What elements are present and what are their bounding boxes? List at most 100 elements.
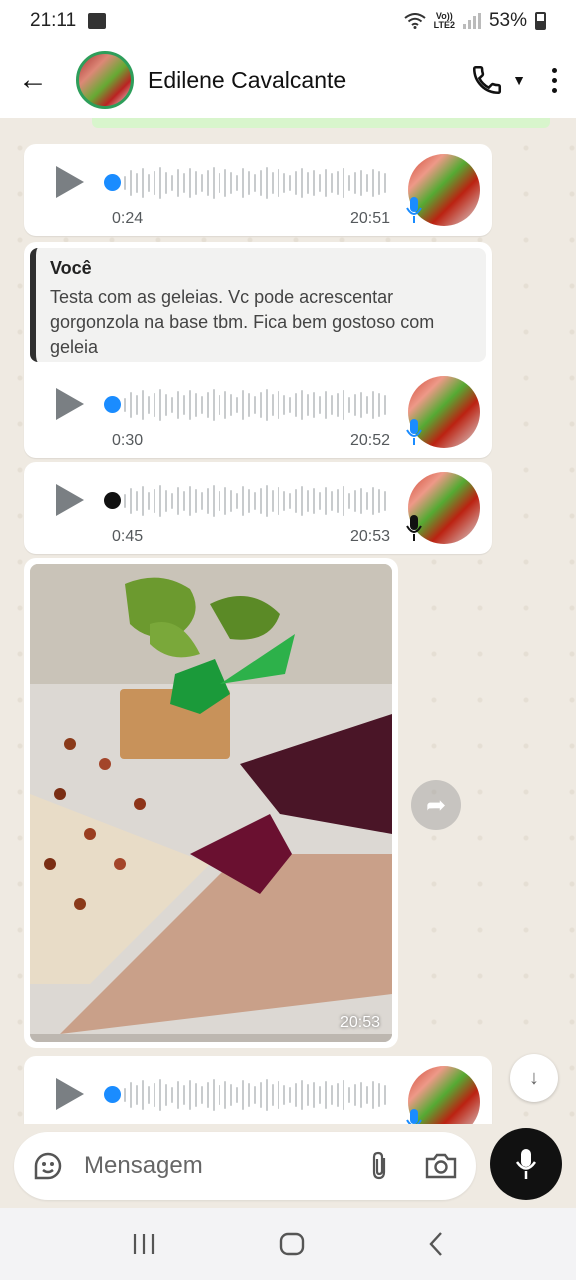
quoted-author: Você: [50, 258, 92, 278]
waveform-bar: [135, 395, 138, 415]
waveform-bar: [153, 393, 156, 417]
photo-message[interactable]: 20:53: [24, 558, 398, 1048]
waveform-bar: [318, 1086, 321, 1104]
waveform-bar: [248, 1083, 250, 1107]
waveform-bar: [212, 167, 215, 199]
waveform-bar: [318, 174, 321, 192]
waveform-bar: [212, 485, 215, 517]
waveform-bar: [289, 397, 292, 413]
waveform-bar: [194, 171, 197, 195]
record-voice-button[interactable]: [490, 1128, 562, 1200]
mic-icon: [406, 515, 422, 541]
waveform-bar: [366, 492, 369, 510]
voice-message: [24, 1056, 492, 1124]
waveform-bar: [271, 394, 274, 416]
waveform-bar: [372, 391, 374, 419]
waveform-bar: [171, 175, 174, 191]
waveform-bar: [230, 172, 233, 194]
playback-position-dot[interactable]: [104, 1086, 121, 1103]
play-icon[interactable]: [56, 484, 84, 516]
waveform-bar: [129, 488, 132, 514]
waveform-bar: [277, 169, 280, 197]
waveform-bar: [218, 173, 221, 193]
chevrons-down-icon[interactable]: ↓: [510, 1054, 558, 1102]
waveform-bar: [224, 487, 227, 515]
waveform-bar: [336, 1083, 339, 1107]
waveform-bar: [194, 1083, 197, 1107]
camera-icon[interactable]: [424, 1151, 458, 1181]
waveform-bar: [236, 397, 239, 413]
chat-area[interactable]: 0:24 20:51 Você Testa com as geleias. Vc…: [0, 128, 576, 1124]
waveform-bar: [301, 486, 304, 516]
waveform-bar: [295, 171, 298, 195]
waveform-bar: [200, 1086, 203, 1104]
waveform-bar: [218, 1085, 221, 1105]
playback-position-dot[interactable]: [104, 174, 121, 191]
waveform-bar: [206, 1082, 209, 1108]
waveform-bar: [295, 393, 298, 417]
playback-position-dot[interactable]: [104, 492, 121, 509]
waveform-bar: [354, 1084, 357, 1106]
reply-voice-message: Você Testa com as geleias. Vc pode acres…: [24, 242, 492, 458]
paperclip-icon[interactable]: [366, 1150, 394, 1182]
quoted-message[interactable]: Você Testa com as geleias. Vc pode acres…: [30, 248, 486, 362]
waveform-bar: [383, 1085, 386, 1105]
waveform-bar: [141, 1080, 144, 1110]
waveform-bar: [313, 170, 315, 196]
play-icon[interactable]: [56, 388, 84, 420]
waveform-bar: [242, 390, 245, 420]
contact-name[interactable]: Edilene Cavalcante: [148, 67, 470, 94]
message-time: 20:52: [349, 432, 390, 449]
waveform-bar: [348, 1087, 351, 1103]
waveform[interactable]: [124, 388, 386, 422]
recents-icon[interactable]: [132, 1233, 156, 1255]
voice-duration: 0:24: [112, 210, 144, 227]
waveform-bar: [183, 1085, 185, 1105]
contact-avatar[interactable]: [76, 51, 134, 109]
waveform-bar: [171, 1087, 174, 1103]
waveform-bar: [289, 1087, 292, 1103]
quoted-text: Testa com as geleias. Vc pode acrescenta…: [50, 287, 435, 357]
waveform-bar: [159, 485, 162, 517]
waveform-bar: [200, 492, 203, 510]
forward-icon[interactable]: ➦: [411, 780, 461, 830]
waveform-bar: [188, 1080, 191, 1110]
message-time: 20:53: [349, 528, 390, 545]
waveform-bar: [183, 491, 185, 511]
home-icon[interactable]: [279, 1232, 305, 1256]
waveform-bar: [277, 487, 280, 515]
waveform-bar: [330, 1085, 333, 1105]
sticker-icon[interactable]: [32, 1150, 64, 1182]
waveform-bar: [307, 394, 309, 416]
waveform[interactable]: [124, 484, 386, 518]
volte-indicator: Vo)) LTE2: [433, 11, 455, 30]
nav-back-icon[interactable]: [428, 1231, 444, 1257]
wifi-icon: [404, 13, 426, 29]
waveform-bar: [259, 170, 262, 196]
waveform-bar: [354, 172, 357, 194]
message-composer: [14, 1132, 476, 1200]
waveform-bar: [206, 488, 209, 514]
waveform-bar: [318, 492, 321, 510]
back-arrow-icon[interactable]: ←: [18, 63, 58, 97]
waveform-bar: [301, 390, 304, 420]
status-time: 21:11: [30, 10, 77, 31]
phone-icon[interactable]: [470, 63, 504, 97]
waveform-bar: [159, 389, 162, 421]
more-icon[interactable]: [552, 67, 558, 93]
waveform-bar: [230, 490, 233, 512]
waveform-bar: [265, 1079, 268, 1111]
voice-duration: 0:45: [112, 528, 144, 545]
playback-position-dot[interactable]: [104, 396, 121, 413]
play-icon[interactable]: [56, 1078, 84, 1110]
play-icon[interactable]: [56, 166, 84, 198]
signal-icon: [462, 13, 481, 29]
photo-image[interactable]: 20:53: [30, 564, 392, 1042]
waveform-bar: [360, 170, 363, 196]
waveform-bar: [177, 169, 180, 197]
waveform[interactable]: [124, 166, 386, 200]
call-options-caret-icon[interactable]: ▼: [512, 72, 526, 88]
message-input[interactable]: [84, 1152, 344, 1180]
waveform[interactable]: [124, 1078, 386, 1112]
waveform-bar: [224, 169, 227, 197]
